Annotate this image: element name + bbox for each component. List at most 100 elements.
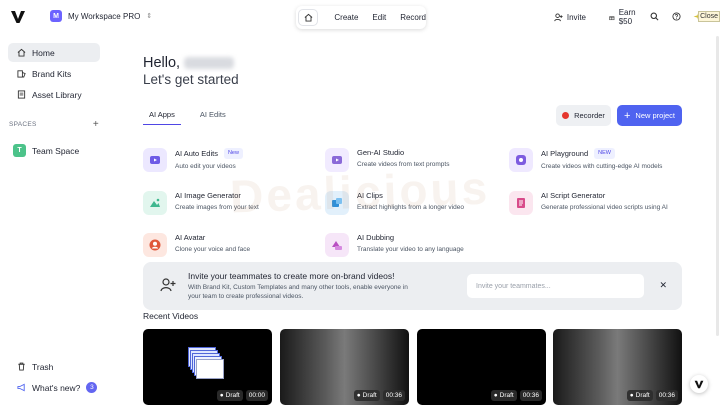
workspace-name: My Workspace PRO: [68, 11, 141, 21]
video-card[interactable]: ● Draft 00:00: [143, 329, 272, 405]
sidebar-item-brand-kits[interactable]: Brand Kits: [8, 64, 100, 83]
close-icon[interactable]: ✕: [659, 280, 667, 291]
new-project-button[interactable]: + New project: [617, 105, 682, 126]
new-project-label: New project: [635, 111, 676, 120]
workspace-switcher[interactable]: M My Workspace PRO ⇕: [50, 10, 152, 22]
team-label: Team Space: [32, 145, 80, 156]
script-icon: [509, 191, 533, 215]
help-icon[interactable]: [672, 12, 681, 21]
tab-ai-apps[interactable]: AI Apps: [143, 110, 181, 125]
home-button[interactable]: [298, 9, 319, 26]
sidebar-item-label: Home: [32, 47, 55, 58]
top-bar: M My Workspace PRO ⇕ Create Edit Record …: [0, 0, 720, 36]
app-ai-playground[interactable]: AI Playground NEW Create videos with cutt…: [509, 148, 662, 172]
greeting-text: Hello,: [143, 55, 181, 71]
sidebar-item-whats-new[interactable]: What's new? 3: [8, 378, 100, 397]
app-description: Clone your voice and face: [175, 246, 251, 253]
app-ai-image-generator[interactable]: AI Image Generator Create images from yo…: [143, 191, 259, 215]
plus-icon: +: [623, 109, 631, 122]
app-title: Gen-AI Studio: [357, 148, 405, 157]
video-card[interactable]: ● Draft 00:36: [280, 329, 409, 405]
app-ai-avatar[interactable]: AI Avatar Clone your voice and face: [143, 233, 250, 257]
whats-new-count: 3: [86, 382, 98, 393]
draft-icon: ●: [629, 392, 634, 399]
invite-subtitle: With Brand Kit, Custom Templates and man…: [188, 284, 408, 300]
add-user-icon: [160, 278, 176, 292]
studio-icon: [325, 148, 349, 172]
sidebar-item-asset-library[interactable]: Asset Library: [8, 85, 100, 104]
video-thumbnail-icon: [188, 347, 224, 383]
megaphone-icon: [17, 383, 25, 392]
playground-icon: [509, 148, 533, 172]
invite-banner: Invite your teammates to create more on-…: [143, 262, 682, 310]
app-description: Extract highlights from a longer video: [357, 204, 464, 211]
tab-ai-edits[interactable]: AI Edits: [194, 110, 232, 125]
user-name-redacted: [184, 57, 235, 69]
video-card[interactable]: ● Draft 00:36: [417, 329, 546, 405]
add-space-icon[interactable]: +: [93, 120, 99, 130]
menu-record[interactable]: Record: [400, 13, 426, 22]
app-ai-auto-edits[interactable]: AI Auto Edits New Auto edit your videos: [143, 148, 243, 172]
video-card[interactable]: ● Draft 00:36: [553, 329, 682, 405]
brand-kit-icon: [17, 70, 26, 78]
draft-icon: ●: [493, 392, 498, 399]
status-badge: ● Draft: [626, 390, 653, 401]
app-ai-clips[interactable]: AI Clips Extract highlights from a longe…: [325, 191, 464, 215]
search-icon[interactable]: [650, 12, 659, 21]
app-description: Translate your video to any language: [357, 246, 464, 253]
brand-logo-icon: [694, 380, 704, 388]
brand-logo-icon[interactable]: [10, 10, 26, 24]
recorder-label: Recorder: [574, 111, 605, 120]
add-user-icon: [554, 12, 563, 21]
home-icon: [17, 48, 26, 57]
recorder-button[interactable]: Recorder: [556, 105, 611, 126]
invite-button[interactable]: Invite: [554, 13, 586, 22]
duration-badge: 00:36: [655, 390, 678, 401]
assistant-button[interactable]: [690, 375, 708, 393]
sidebar-item-home[interactable]: Home: [8, 43, 100, 62]
sidebar-item-trash[interactable]: Trash: [8, 357, 100, 376]
invite-label: Invite: [566, 12, 586, 22]
close-button[interactable]: Close: [698, 11, 720, 22]
library-icon: [17, 90, 26, 99]
sidebar-item-label: Trash: [32, 361, 54, 372]
auto-edit-icon: [143, 148, 167, 172]
app-title: AI Script Generator: [541, 191, 606, 200]
menu-create[interactable]: Create: [334, 13, 358, 22]
app-description: Auto edit your videos: [175, 163, 236, 170]
duration-badge: 00:36: [382, 390, 405, 401]
app-title: AI Playground: [541, 149, 589, 158]
recent-videos-heading: Recent Videos: [143, 311, 199, 321]
earn-button[interactable]: Earn $50: [609, 8, 639, 26]
new-badge: NEW: [594, 148, 615, 159]
app-description: Create videos from text prompts: [357, 161, 450, 168]
image-icon: [143, 191, 167, 215]
spaces-header: SPACES +: [9, 120, 99, 130]
new-badge: New: [223, 148, 243, 159]
workspace-avatar: M: [50, 10, 62, 22]
scrollbar[interactable]: [716, 36, 719, 336]
duration-badge: 00:00: [245, 390, 268, 401]
chevron-updown-icon: ⇕: [146, 13, 153, 20]
app-description: Create videos with cutting-edge AI model…: [541, 163, 663, 170]
app-ai-script-generator[interactable]: AI Script Generator Generate professiona…: [509, 191, 668, 215]
invite-input[interactable]: Invite your teammates...: [467, 274, 644, 298]
clips-icon: [325, 191, 349, 215]
draft-icon: ●: [356, 392, 361, 399]
record-dot-icon: [562, 112, 570, 119]
app-gen-ai-studio[interactable]: Gen-AI Studio Create videos from text pr…: [325, 148, 449, 172]
earn-label: Earn $50: [618, 8, 636, 26]
menu-edit[interactable]: Edit: [372, 13, 386, 22]
home-icon: [304, 13, 313, 22]
avatar-icon: [143, 233, 167, 257]
app-title: AI Image Generator: [175, 191, 241, 200]
sidebar-item-label: Asset Library: [32, 89, 82, 100]
sidebar-item-team-space[interactable]: T Team Space: [13, 144, 79, 157]
status-badge: ● Draft: [490, 390, 517, 401]
app-ai-dubbing[interactable]: AI Dubbing Translate your video to any l…: [325, 233, 464, 257]
team-avatar: T: [13, 144, 26, 157]
sidebar-item-label: Brand Kits: [32, 68, 72, 79]
app-title: AI Auto Edits: [175, 149, 218, 158]
status-badge: ● Draft: [353, 390, 380, 401]
main-menu: Create Edit Record: [296, 6, 426, 29]
